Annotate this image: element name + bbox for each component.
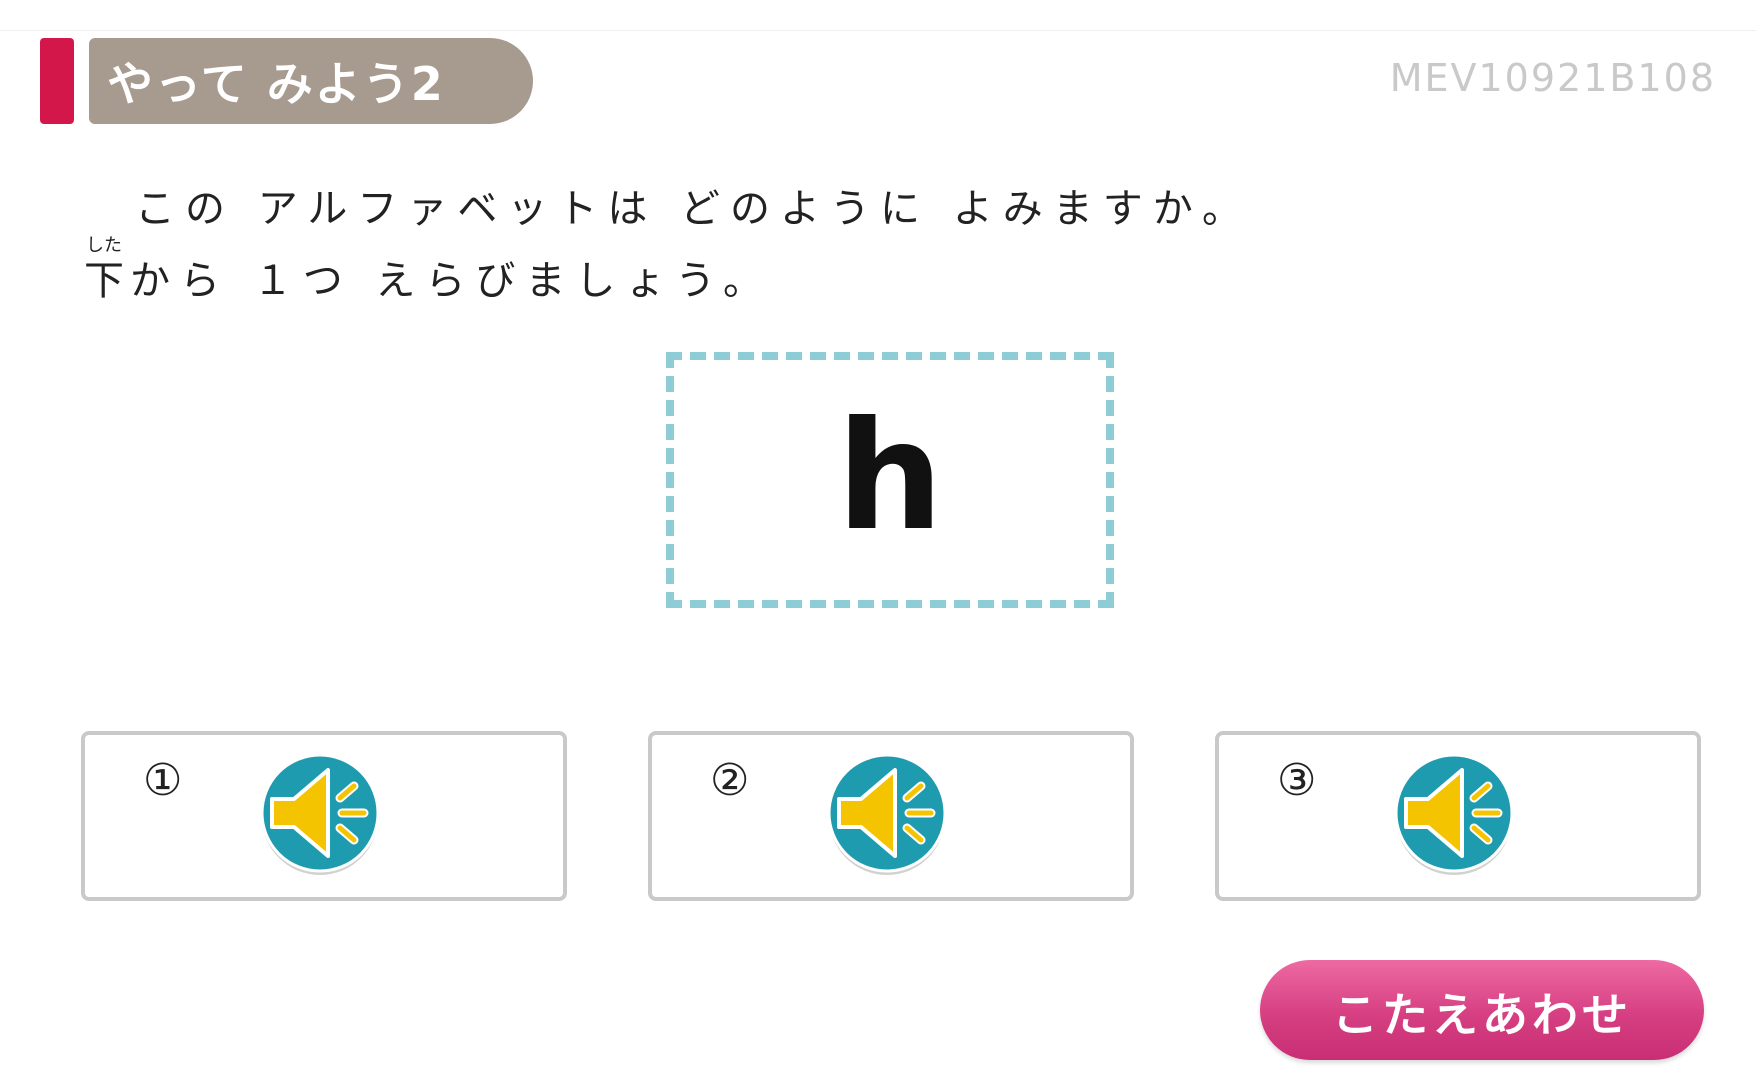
letter-card: h xyxy=(666,352,1114,608)
option-2[interactable]: ② xyxy=(648,731,1134,901)
alphabet-letter: h xyxy=(836,390,944,564)
title-accent-bar xyxy=(40,38,74,124)
ruby-reading: した xyxy=(86,235,122,256)
option-number: ③ xyxy=(1277,755,1317,806)
check-answer-button[interactable]: こたえあわせ xyxy=(1260,960,1704,1060)
problem-code: MEV10921B108 xyxy=(1389,56,1716,100)
question-line-2-text: から １つ えらびましょう。 xyxy=(130,258,774,304)
option-number: ① xyxy=(143,755,183,806)
ruby-group: した 下 xyxy=(84,236,124,306)
top-divider xyxy=(0,30,1756,31)
option-3[interactable]: ③ xyxy=(1215,731,1701,901)
speaker-icon[interactable] xyxy=(825,752,949,876)
question-line-2: した 下 から １つ えらびましょう。 xyxy=(84,236,773,306)
speaker-icon[interactable] xyxy=(258,752,382,876)
option-number: ② xyxy=(710,755,750,806)
page: やって みよう2 MEV10921B108 この アルファベットは どのように … xyxy=(0,0,1756,1080)
ruby-base: 下 xyxy=(84,258,124,304)
option-1[interactable]: ① xyxy=(81,731,567,901)
question-line-1: この アルファベットは どのように よみますか。 xyxy=(135,186,1252,232)
check-answer-label: こたえあわせ xyxy=(1332,988,1632,1042)
speaker-icon[interactable] xyxy=(1392,752,1516,876)
page-title: やって みよう2 xyxy=(107,57,445,111)
title-banner: やって みよう2 xyxy=(89,38,533,124)
